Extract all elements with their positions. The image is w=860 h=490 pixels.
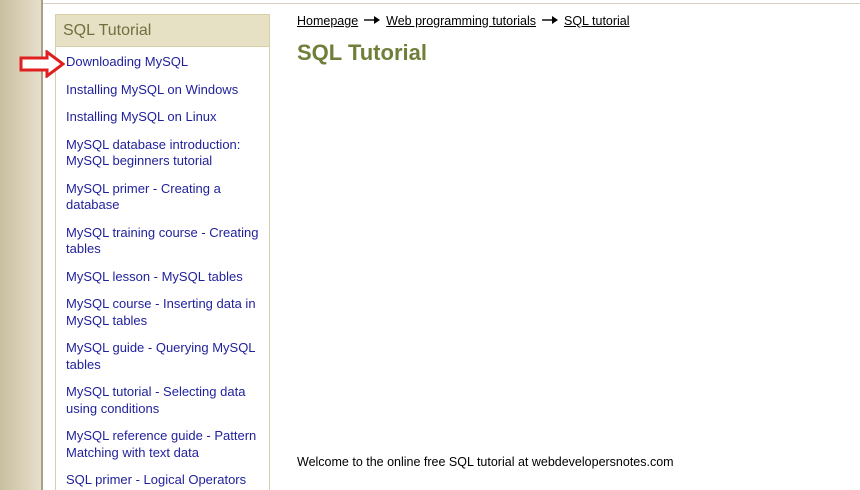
red-arrow-right-icon bbox=[19, 50, 65, 78]
page-title: SQL Tutorial bbox=[297, 40, 427, 65]
sidebar-menu: Downloading MySQL Installing MySQL on Wi… bbox=[56, 47, 269, 489]
list-item: MySQL guide - Querying MySQL tables bbox=[66, 340, 266, 373]
list-item: SQL primer - Logical Operators bbox=[66, 472, 266, 489]
menu-link-inserting-data[interactable]: MySQL course - Inserting data in MySQL t… bbox=[66, 296, 266, 329]
breadcrumb-link-sql-tutorial[interactable]: SQL tutorial bbox=[564, 14, 630, 28]
welcome-text: Welcome to the online free SQL tutorial … bbox=[297, 455, 674, 469]
menu-link-installing-linux[interactable]: Installing MySQL on Linux bbox=[66, 109, 266, 126]
menu-link-querying-tables[interactable]: MySQL guide - Querying MySQL tables bbox=[66, 340, 266, 373]
list-item: Installing MySQL on Linux bbox=[66, 109, 266, 126]
menu-link-mysql-tables[interactable]: MySQL lesson - MySQL tables bbox=[66, 269, 266, 286]
sidebar: SQL Tutorial Downloading MySQL Installin… bbox=[55, 14, 270, 490]
list-item: MySQL course - Inserting data in MySQL t… bbox=[66, 296, 266, 329]
breadcrumb-link-web-programming[interactable]: Web programming tutorials bbox=[386, 14, 536, 28]
menu-link-selecting-data[interactable]: MySQL tutorial - Selecting data using co… bbox=[66, 384, 266, 417]
list-item: MySQL database introduction: MySQL begin… bbox=[66, 137, 266, 170]
menu-link-creating-tables[interactable]: MySQL training course - Creating tables bbox=[66, 225, 266, 258]
list-item: MySQL training course - Creating tables bbox=[66, 225, 266, 258]
top-divider bbox=[43, 3, 860, 4]
menu-link-logical-operators[interactable]: SQL primer - Logical Operators bbox=[66, 472, 266, 489]
long-arrow-right-icon bbox=[542, 14, 558, 28]
menu-link-creating-database[interactable]: MySQL primer - Creating a database bbox=[66, 181, 266, 214]
list-item: Installing MySQL on Windows bbox=[66, 82, 266, 99]
page: SQL Tutorial Downloading MySQL Installin… bbox=[0, 0, 860, 490]
list-item: MySQL lesson - MySQL tables bbox=[66, 269, 266, 286]
list-item: MySQL tutorial - Selecting data using co… bbox=[66, 384, 266, 417]
list-item: Downloading MySQL bbox=[66, 54, 266, 71]
breadcrumb-link-homepage[interactable]: Homepage bbox=[297, 14, 358, 28]
list-item: MySQL primer - Creating a database bbox=[66, 181, 266, 214]
list-item: MySQL reference guide - Pattern Matching… bbox=[66, 428, 266, 461]
menu-link-downloading-mysql[interactable]: Downloading MySQL bbox=[66, 54, 266, 71]
menu-link-pattern-matching[interactable]: MySQL reference guide - Pattern Matching… bbox=[66, 428, 266, 461]
sidebar-title: SQL Tutorial bbox=[56, 15, 269, 47]
menu-link-database-introduction[interactable]: MySQL database introduction: MySQL begin… bbox=[66, 137, 266, 170]
menu-link-installing-windows[interactable]: Installing MySQL on Windows bbox=[66, 82, 266, 99]
breadcrumb: Homepage Web programming tutorials SQL tut… bbox=[297, 14, 630, 28]
long-arrow-right-icon bbox=[364, 14, 381, 28]
